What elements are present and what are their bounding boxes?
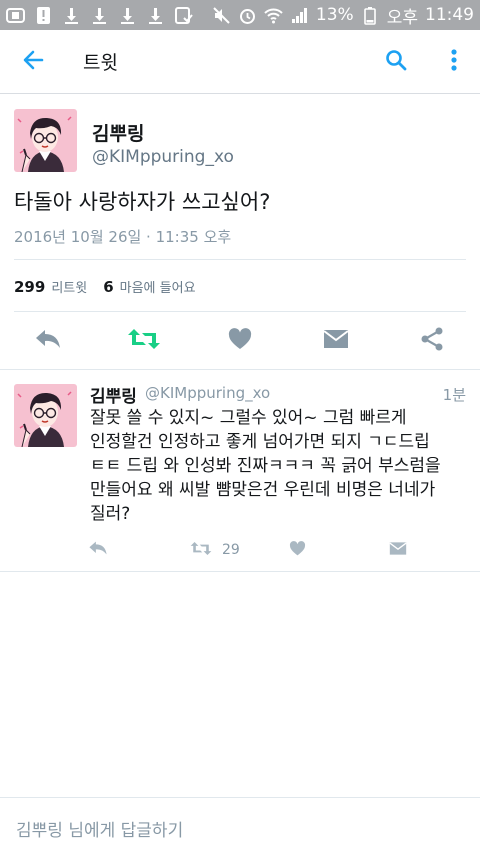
retweet-icon — [190, 541, 212, 560]
reply-compose-bar[interactable]: 김뿌링 님에게 답글하기 — [0, 797, 480, 853]
retweet-button[interactable]: 29 — [190, 538, 240, 562]
reply-button[interactable] — [23, 323, 73, 359]
divider — [0, 571, 480, 572]
more-vertical-icon — [451, 49, 457, 75]
checkbox-icon — [174, 6, 193, 25]
like-button[interactable] — [215, 323, 265, 359]
app-bar: 트윗 — [0, 30, 480, 94]
back-button[interactable] — [0, 30, 66, 94]
direct-message-button[interactable] — [389, 538, 407, 562]
reply-icon — [34, 328, 62, 354]
reply-author-name[interactable]: 김뿌링 — [90, 382, 137, 407]
reply-icon — [88, 540, 108, 560]
retweet-button[interactable] — [119, 323, 169, 359]
share-button[interactable] — [407, 323, 457, 359]
download-icon — [146, 6, 165, 25]
reply-text: 잘못 쓸 수 있지~ 그럴수 있어~ 그럼 빠르게 인정할건 인정하고 좋게 넘… — [90, 408, 441, 524]
status-bar: 13% 오후 11:49 — [0, 0, 480, 30]
battery-percent: 13% — [315, 5, 354, 25]
reply-tweet[interactable]: 김뿌링 @KIMppuring_xo 1분 잘못 쓸 수 있지~ 그럴수 있어~… — [0, 372, 480, 572]
message-icon — [389, 541, 407, 560]
avatar[interactable] — [14, 384, 77, 447]
author-name[interactable]: 김뿌링 — [92, 119, 144, 146]
tweet-timestamp: 2016년 10월 26일 · 11:35 오후 — [14, 228, 232, 246]
download-icon — [62, 6, 81, 25]
alert-icon — [34, 6, 53, 25]
reply-time: 1분 — [442, 386, 466, 404]
battery-icon — [361, 6, 380, 25]
back-arrow-icon — [22, 49, 44, 75]
wifi-icon — [264, 6, 283, 25]
download-icon — [118, 6, 137, 25]
reply-input[interactable]: 김뿌링 님에게 답글하기 — [16, 816, 183, 841]
divider — [14, 259, 466, 260]
heart-icon — [228, 328, 252, 354]
retweet-icon — [127, 328, 161, 354]
more-options-button[interactable] — [436, 42, 472, 82]
avatar[interactable] — [14, 109, 77, 172]
reply-author-handle[interactable]: @KIMppuring_xo — [145, 384, 270, 402]
reply-actions: 29 — [0, 538, 480, 562]
share-icon — [420, 327, 444, 355]
message-icon — [323, 328, 349, 354]
retweet-count[interactable]: 299 — [14, 278, 45, 296]
page-title: 트윗 — [83, 52, 118, 74]
reply-retweet-count: 29 — [222, 542, 240, 558]
direct-message-button[interactable] — [311, 323, 361, 359]
tweet-text: 타돌아 사랑하자가 쓰고싶어? — [14, 190, 271, 214]
time-period: 오후 — [386, 7, 418, 28]
retweet-label[interactable]: 리트윗 — [51, 277, 87, 296]
author-handle[interactable]: @KIMppuring_xo — [92, 147, 234, 167]
divider — [14, 311, 466, 312]
clock: 11:49 — [425, 5, 474, 25]
like-label[interactable]: 마음에 들어요 — [120, 277, 196, 296]
search-button[interactable] — [376, 42, 416, 82]
heart-icon — [289, 540, 306, 560]
reply-button[interactable] — [88, 538, 108, 562]
download-icon — [90, 6, 109, 25]
search-icon — [385, 49, 407, 75]
mute-icon — [212, 6, 231, 25]
like-button[interactable] — [289, 538, 306, 562]
divider — [0, 369, 480, 370]
like-count[interactable]: 6 — [103, 278, 113, 296]
alarm-icon — [238, 6, 257, 25]
app-icon — [6, 6, 25, 25]
tweet-stats: 299 리트윗 6 마음에 들어요 — [14, 277, 212, 297]
signal-icon — [290, 6, 309, 25]
